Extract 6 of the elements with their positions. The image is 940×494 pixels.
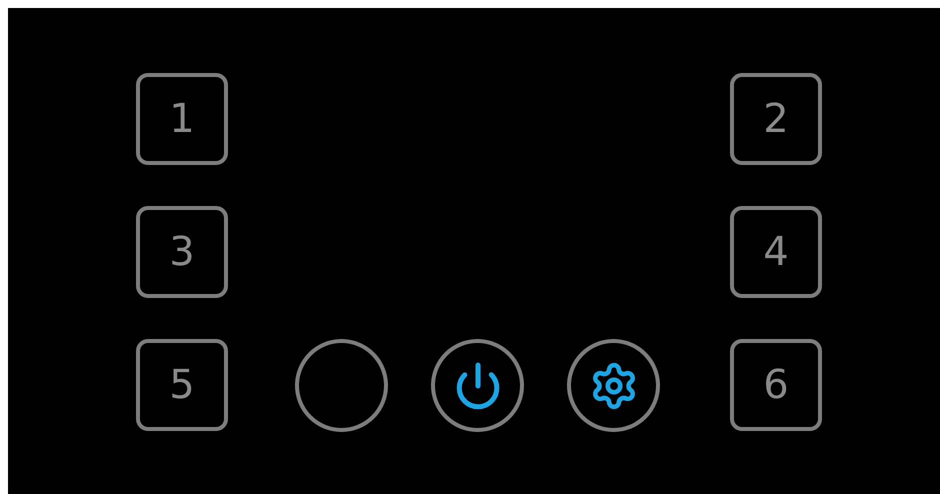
- number-key[interactable]: 3: [136, 206, 228, 298]
- number-key[interactable]: 4: [730, 206, 822, 298]
- number-key[interactable]: 6: [730, 339, 822, 431]
- number-key[interactable]: 2: [730, 73, 822, 165]
- number-key[interactable]: 5: [136, 339, 228, 431]
- number-key[interactable]: 1: [136, 73, 228, 165]
